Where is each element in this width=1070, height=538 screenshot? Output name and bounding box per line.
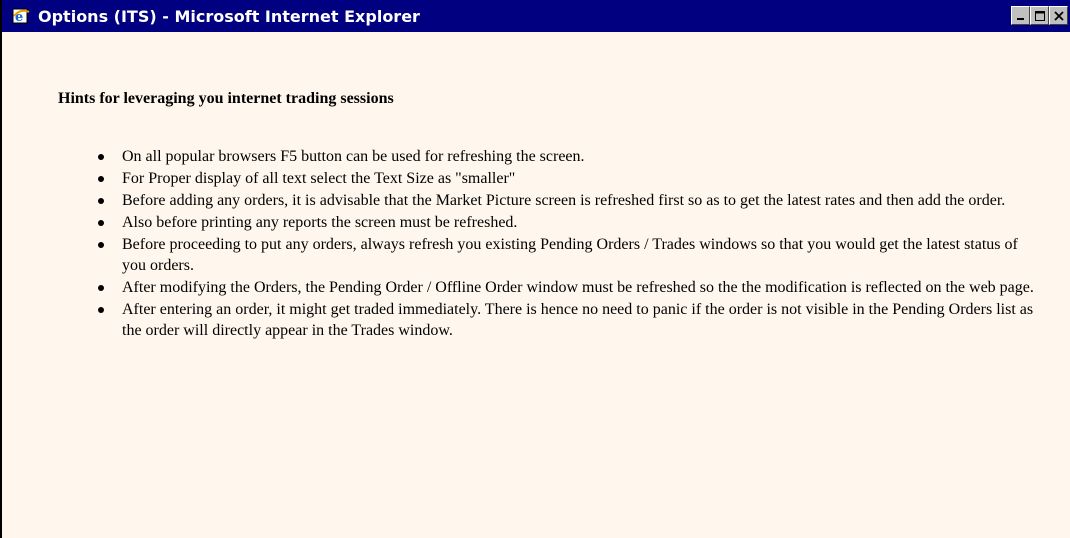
bullet-icon <box>98 242 104 248</box>
page-heading: Hints for leveraging you internet tradin… <box>58 90 394 107</box>
bullet-icon <box>98 285 104 291</box>
maximize-button[interactable] <box>1030 6 1049 25</box>
close-icon <box>1053 10 1064 21</box>
hint-item: Before adding any orders, it is advisabl… <box>98 190 1042 211</box>
title-bar[interactable]: e Options (ITS) - Microsoft Internet Exp… <box>2 0 1070 32</box>
hint-item: After entering an order, it might get tr… <box>98 299 1042 341</box>
window-title: Options (ITS) - Microsoft Internet Explo… <box>38 6 420 26</box>
hint-item: After modifying the Orders, the Pending … <box>98 277 1042 298</box>
hint-text: Also before printing any reports the scr… <box>122 214 518 231</box>
hint-text: For Proper display of all text select th… <box>122 170 516 187</box>
hints-list: On all popular browsers F5 button can be… <box>82 146 1042 342</box>
internet-explorer-icon[interactable]: e <box>12 7 30 25</box>
browser-window: e Options (ITS) - Microsoft Internet Exp… <box>0 0 1070 538</box>
bullet-icon <box>98 307 104 313</box>
hint-item: Also before printing any reports the scr… <box>98 212 1042 233</box>
bullet-icon <box>98 220 104 226</box>
hint-text: On all popular browsers F5 button can be… <box>122 148 585 165</box>
hint-item: Before proceeding to put any orders, alw… <box>98 234 1042 276</box>
hint-text: After entering an order, it might get tr… <box>122 301 1034 339</box>
bullet-icon <box>98 154 104 160</box>
page-content: Hints for leveraging you internet tradin… <box>2 32 1070 538</box>
bullet-icon <box>98 198 104 204</box>
hint-text: Before proceeding to put any orders, alw… <box>122 236 1018 274</box>
maximize-icon <box>1034 10 1045 21</box>
close-button[interactable] <box>1049 6 1068 25</box>
hint-text: Before adding any orders, it is advisabl… <box>122 192 1006 209</box>
window-controls <box>1011 6 1068 25</box>
hint-text: After modifying the Orders, the Pending … <box>122 279 1034 296</box>
minimize-icon <box>1016 17 1024 20</box>
minimize-button[interactable] <box>1011 6 1030 25</box>
hint-item: For Proper display of all text select th… <box>98 168 1042 189</box>
bullet-icon <box>98 176 104 182</box>
hint-item: On all popular browsers F5 button can be… <box>98 146 1042 167</box>
